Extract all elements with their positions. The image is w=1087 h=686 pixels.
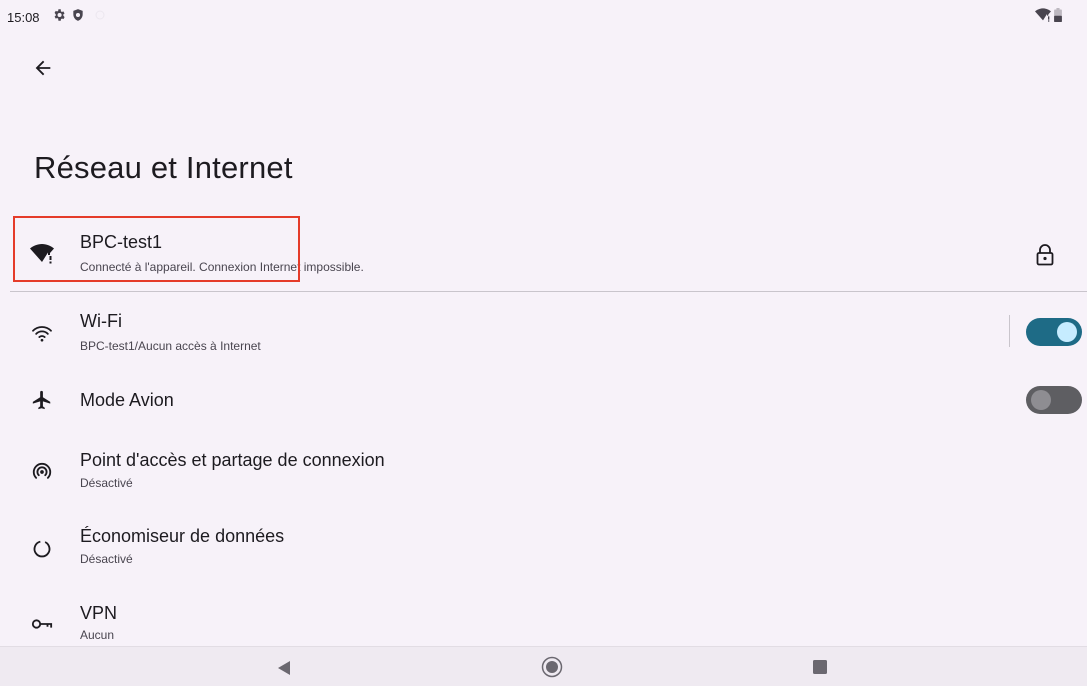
shield-icon: [73, 9, 83, 21]
data-saver-subtitle: Désactivé: [80, 552, 133, 566]
current-network-row[interactable]: BPC-test1 Connecté à l'appareil. Connexi…: [0, 216, 1087, 286]
nav-back-icon[interactable]: [277, 660, 291, 676]
page-title: Réseau et Internet: [34, 150, 293, 185]
data-saver-icon: [28, 535, 56, 563]
data-saver-title: Économiseur de données: [80, 526, 285, 546]
back-button[interactable]: [27, 52, 59, 84]
toggle-knob: [1031, 390, 1051, 410]
wifi-toggle[interactable]: [1026, 318, 1082, 346]
hotspot-icon: [28, 458, 56, 486]
arrow-back-icon: [35, 60, 51, 76]
wifi-alert-icon: [1035, 8, 1051, 22]
network-status: Connecté à l'appareil. Connexion Interne…: [80, 260, 364, 274]
network-name: BPC-test1: [80, 232, 163, 252]
hotspot-row[interactable]: Point d'accès et partage de connexion Dé…: [0, 440, 1087, 504]
vpn-key-icon: [28, 610, 56, 638]
status-bar: 15:08: [0, 0, 1087, 30]
lock-icon: [1034, 243, 1056, 267]
wifi-icon: [28, 319, 56, 347]
nav-recents-icon[interactable]: [813, 660, 827, 674]
gear-icon: [54, 9, 65, 21]
wifi-subtitle: BPC-test1/Aucun accès à Internet: [80, 339, 261, 353]
circle-dot-icon: [95, 10, 105, 20]
hotspot-subtitle: Désactivé: [80, 476, 133, 490]
hotspot-title: Point d'accès et partage de connexion: [80, 450, 385, 470]
wifi-title: Wi-Fi: [80, 311, 122, 331]
navigation-bar: [0, 646, 1087, 686]
settings-screen: 15:08 Réseau et Internet BPC-test1 Conne…: [0, 0, 1087, 686]
airplane-icon: [28, 386, 56, 414]
vpn-title: VPN: [80, 603, 118, 623]
nav-home-icon[interactable]: [541, 656, 563, 678]
vertical-separator: [1009, 315, 1010, 347]
status-time: 15:08: [7, 10, 40, 25]
divider: [10, 291, 1087, 292]
airplane-toggle[interactable]: [1026, 386, 1082, 414]
data-saver-row[interactable]: Économiseur de données Désactivé: [0, 516, 1087, 580]
battery-icon: [1054, 8, 1062, 22]
toggle-knob: [1057, 322, 1077, 342]
wifi-alert-icon: [28, 240, 56, 268]
vpn-row[interactable]: VPN Aucun: [0, 592, 1087, 644]
vpn-subtitle: Aucun: [80, 628, 115, 642]
wifi-row[interactable]: Wi-Fi BPC-test1/Aucun accès à Internet: [0, 300, 1087, 362]
airplane-title: Mode Avion: [80, 390, 174, 410]
airplane-row[interactable]: Mode Avion: [0, 372, 1087, 428]
